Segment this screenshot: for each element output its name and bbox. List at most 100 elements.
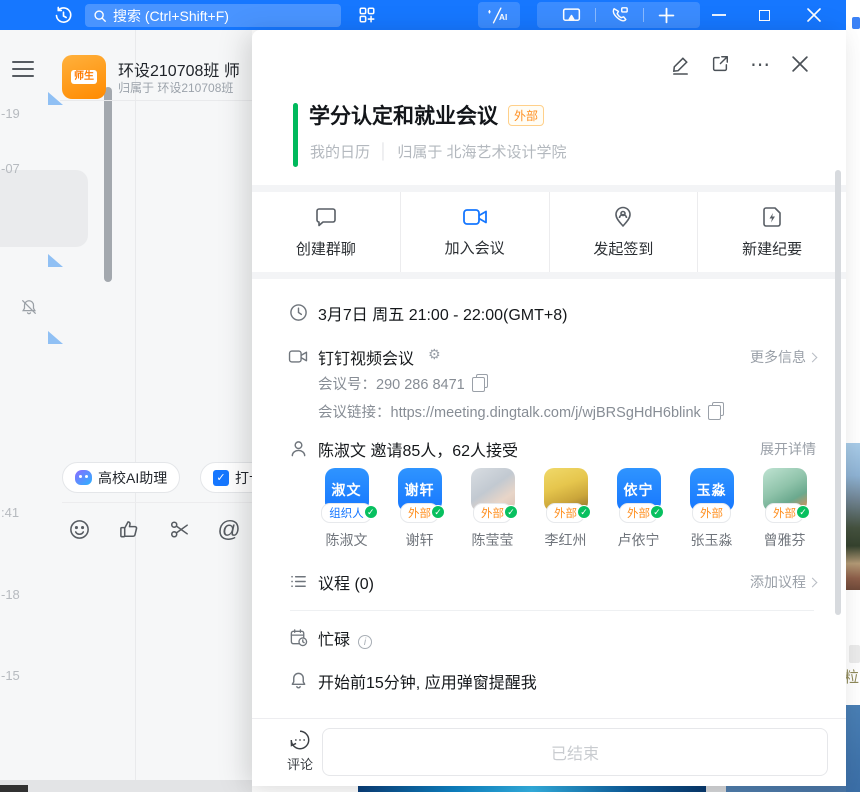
attendee[interactable]: 淑文 组织人 陈淑文 — [310, 468, 383, 550]
panel-footer: 评论 已结束 — [252, 718, 846, 786]
window-bottom-edge — [0, 780, 252, 792]
accepted-check-icon — [504, 505, 518, 519]
create-group-chat-button[interactable]: 创建群聊 — [252, 192, 400, 272]
attendee[interactable]: 外部 陈莹莹 — [456, 468, 529, 550]
open-external-icon[interactable] — [708, 52, 732, 76]
add-agenda-link[interactable]: 添加议程 — [750, 572, 816, 592]
close-window-button[interactable] — [800, 0, 828, 30]
maximize-button[interactable] — [750, 0, 778, 30]
section-divider — [290, 610, 814, 611]
action-bar: 创建群聊 加入会议 发起签到 新建纪要 — [252, 192, 846, 272]
menu-icon[interactable] — [12, 56, 34, 74]
unread-corner-mark — [48, 331, 63, 344]
selected-chat-item[interactable] — [0, 170, 88, 247]
background-image-strip — [358, 786, 706, 792]
role-badge: 外部 — [400, 503, 439, 523]
role-badge: 外部 — [765, 503, 804, 523]
attendee[interactable]: 依宁 外部 卢依宁 — [602, 468, 675, 550]
history-icon[interactable] — [48, 0, 78, 30]
chat-group-avatar[interactable]: 师生 — [62, 55, 106, 99]
new-minutes-button[interactable]: 新建纪要 — [697, 192, 846, 272]
close-panel-icon[interactable] — [788, 52, 812, 76]
chat-subtitle: 归属于 环设210708班 — [118, 79, 252, 96]
chat-timestamp: :41 — [1, 505, 19, 520]
start-checkin-button[interactable]: 发起签到 — [549, 192, 698, 272]
section-gap — [252, 272, 846, 279]
search-placeholder: 搜索 (Ctrl+Shift+F) — [113, 6, 229, 26]
info-icon[interactable]: i — [358, 635, 372, 649]
scissors-icon[interactable] — [166, 516, 192, 542]
calendar-owner: 归属于 北海艺术设计学院 — [397, 141, 566, 162]
calendar-color-bar — [293, 103, 298, 167]
meeting-link-label: 会议链接： — [318, 405, 391, 421]
event-detail-panel: ⋯ 学分认定和就业会议 外部 我的日历 │ 归属于 北海艺术设计学院 创建群聊 — [252, 30, 846, 786]
add-icon[interactable] — [658, 7, 675, 24]
checkin-pin-icon — [611, 205, 635, 229]
clock-in-button[interactable]: ✓ 打卡 — [200, 462, 252, 493]
expand-details-link[interactable]: 展开详情 — [760, 439, 816, 459]
role-badge: 外部 — [692, 503, 731, 523]
video-call-icon[interactable] — [610, 6, 629, 24]
panel-scrollbar[interactable] — [835, 170, 841, 615]
chat-timestamp: -15 — [1, 668, 20, 683]
attendee[interactable]: 外部 李红州 — [529, 468, 602, 550]
unread-corner-mark — [48, 254, 63, 267]
call-tools-group — [537, 2, 700, 28]
avatar-label: 师生 — [71, 70, 97, 84]
agenda-label: 议程 (0) — [318, 570, 374, 594]
divider — [643, 8, 644, 22]
minimize-button[interactable] — [705, 0, 733, 30]
expand-details-label: 展开详情 — [760, 439, 816, 459]
mention-icon[interactable]: @ — [216, 516, 242, 542]
copy-icon[interactable] — [709, 405, 720, 418]
copy-icon[interactable] — [473, 377, 484, 390]
more-icon[interactable]: ⋯ — [748, 52, 772, 76]
chat-title: 环设210708班 师 — [118, 57, 252, 81]
background-chip — [849, 645, 860, 663]
busy-label: 忙碌 — [318, 632, 350, 649]
screen-cast-icon[interactable] — [562, 7, 581, 24]
background-window-sliver: 粒 — [846, 0, 860, 792]
ai-translate-icon[interactable]: AI — [478, 2, 520, 28]
search-input[interactable]: 搜索 (Ctrl+Shift+F) — [85, 4, 341, 27]
background-blue-image — [846, 705, 860, 792]
thumbs-up-icon[interactable] — [116, 516, 142, 542]
event-time: 3月7日 周五 21:00 - 22:00(GMT+8) — [318, 301, 567, 325]
event-status-button: 已结束 — [322, 728, 828, 776]
unread-corner-mark — [48, 92, 63, 105]
comment-label: 评论 — [278, 754, 322, 773]
ai-assistant-label: 高校AI助理 — [98, 468, 167, 488]
calendar-check-icon: ✓ — [213, 470, 229, 486]
divider: │ — [379, 143, 388, 160]
role-badge: 外部 — [473, 503, 512, 523]
meeting-id-label: 会议号： — [318, 377, 376, 393]
section-gap — [252, 185, 846, 192]
comment-button[interactable]: 评论 — [278, 729, 322, 773]
clock-icon — [288, 302, 308, 322]
calendar-name: 我的日历 — [310, 141, 370, 162]
emoji-icon[interactable] — [66, 516, 92, 542]
meeting-settings-icon[interactable]: ⚙ — [428, 346, 441, 363]
ai-assistant-button[interactable]: 高校AI助理 — [62, 462, 180, 493]
meeting-link[interactable]: https://meeting.dingtalk.com/j/wjBRSgHdH… — [391, 405, 701, 421]
apps-grid-icon[interactable] — [352, 0, 382, 30]
meeting-id-row: 会议号：290 286 8471 — [318, 373, 484, 394]
action-label: 发起签到 — [593, 238, 653, 259]
role-badge: 组织人 — [321, 503, 372, 523]
clock-in-label: 打卡 — [235, 468, 252, 488]
divider — [595, 8, 596, 22]
attendee[interactable]: 玉淼 外部 张玉淼 — [675, 468, 748, 550]
attendees-icon — [288, 438, 308, 458]
join-meeting-button[interactable]: 加入会议 — [400, 192, 549, 272]
attendee-name: 谢轩 — [406, 530, 434, 550]
titlebar: 搜索 (Ctrl+Shift+F) AI — [0, 0, 846, 30]
edit-icon[interactable] — [668, 52, 692, 76]
attendee-name: 陈淑文 — [326, 530, 368, 550]
attendee[interactable]: 谢轩 外部 谢轩 — [383, 468, 456, 550]
event-title: 学分认定和就业会议 — [309, 100, 498, 130]
more-info-link[interactable]: 更多信息 — [750, 347, 816, 367]
attendee-list: 淑文 组织人 陈淑文 谢轩 外部 谢轩 外部 陈莹莹 外部 李红州 依宁 外 — [310, 468, 821, 550]
attendee-name: 曾雅芬 — [764, 530, 806, 550]
chatlist-scrollbar[interactable] — [104, 87, 112, 282]
attendee[interactable]: 外部 曾雅芬 — [748, 468, 821, 550]
